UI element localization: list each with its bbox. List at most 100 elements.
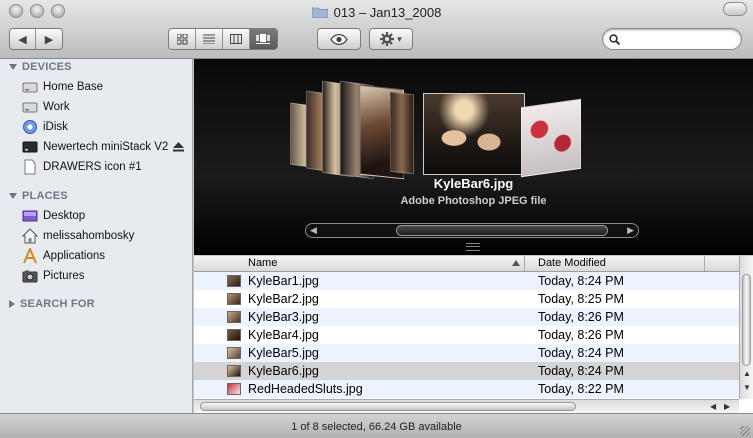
table-row[interactable]: RedHeadedSluts.jpg Today, 8:22 PM [194,380,739,398]
file-list: Name Date Modified KyleBar1.jpg Today, 8… [194,256,753,413]
column-header-date-modified[interactable]: Date Modified [538,257,606,269]
search-input[interactable] [624,32,738,46]
search-icon [609,33,620,45]
home-icon [22,228,38,244]
sidebar-item-applications[interactable]: Applications [22,247,190,265]
jpeg-thumbnail-icon [227,347,241,359]
table-row[interactable]: KyleBar2.jpg Today, 8:25 PM [194,290,739,308]
column-view-icon [230,34,242,44]
disclosure-right-icon [9,300,15,308]
chevron-down-icon: ▾ [397,33,402,44]
sidebar: DEVICES Home Base Work iDisk Newertech m… [0,59,193,413]
horizontal-scroll-thumb[interactable] [200,402,576,411]
desktop-icon [22,210,38,222]
cover-flow-icon [256,34,271,44]
idisk-icon [23,120,37,134]
file-name: KyleBar2.jpg [248,292,319,306]
column-view-button[interactable] [223,29,250,49]
column-divider[interactable] [524,256,525,271]
hard-drive-icon [22,102,38,113]
table-row[interactable]: KyleBar5.jpg Today, 8:24 PM [194,344,739,362]
file-date: Today, 8:25 PM [538,292,624,306]
table-row[interactable]: KyleBar4.jpg Today, 8:26 PM [194,326,739,344]
horizontal-scrollbar[interactable]: ◀ ▶ [194,399,739,413]
scroll-left-arrow-icon[interactable]: ◀ [310,225,317,236]
search-for-heading[interactable]: SEARCH FOR [9,298,95,310]
eye-icon [330,33,348,45]
cover-flow-scrollbar[interactable]: ◀ ▶ [305,223,639,238]
scroll-right-arrow-icon[interactable]: ▶ [627,225,634,236]
external-drive-icon [22,141,38,153]
sidebar-item-home-base[interactable]: Home Base [22,78,190,96]
cover-thumbnail[interactable] [521,98,581,178]
sidebar-item-idisk[interactable]: iDisk [22,118,190,136]
jpeg-thumbnail-icon [227,383,241,395]
file-name: RedHeadedSluts.jpg [248,382,363,396]
file-date: Today, 8:26 PM [538,328,624,342]
jpeg-thumbnail-icon [227,329,241,341]
scroll-up-arrow-icon[interactable]: ▲ [743,369,751,378]
cover-flow-view-button[interactable] [250,29,277,49]
sidebar-item-work[interactable]: Work [22,98,190,116]
sort-ascending-icon [512,260,520,266]
sidebar-item-drawers[interactable]: DRAWERS icon #1 [22,158,190,176]
selected-cover-image[interactable] [423,93,525,175]
places-heading[interactable]: PLACES [9,190,68,202]
sidebar-item-pictures[interactable]: Pictures [22,267,190,285]
file-name: KyleBar5.jpg [248,346,319,360]
file-name: KyleBar3.jpg [248,310,319,324]
scroll-right-arrow-icon[interactable]: ▶ [724,402,730,411]
forward-arrow-icon: ▶ [44,33,54,46]
window-title-text: 013 – Jan13_2008 [333,4,442,20]
back-button[interactable]: ◀ [10,29,37,49]
view-mode-control [168,28,278,50]
icon-view-button[interactable] [169,29,196,49]
finder-window: 013 – Jan13_2008 ◀ ▶ ▾ DEVICES Home Base… [0,0,753,438]
list-header: Name Date Modified [194,256,739,272]
back-arrow-icon: ◀ [18,33,27,46]
back-forward-control: ◀ ▶ [9,28,63,50]
table-row[interactable]: KyleBar1.jpg Today, 8:24 PM [194,272,739,290]
cover-flow-file-name: KyleBar6.jpg [433,176,514,191]
toolbar-toggle-button[interactable] [723,2,747,16]
pictures-icon [22,270,38,283]
action-menu-button[interactable]: ▾ [369,28,413,50]
jpeg-thumbnail-icon [227,275,241,287]
file-date: Today, 8:22 PM [538,382,624,396]
jpeg-thumbnail-icon [227,293,241,305]
quick-look-button[interactable] [317,28,361,50]
file-name: KyleBar4.jpg [248,328,319,342]
pane-resize-grip-icon[interactable] [466,243,480,251]
table-row-selected[interactable]: KyleBar6.jpg Today, 8:24 PM [194,362,739,380]
sidebar-item-ministack[interactable]: Newertech miniStack V2 [22,138,190,156]
vertical-scrollbar[interactable]: ▲ ▼ [739,256,753,399]
status-text: 1 of 8 selected, 66.24 GB available [291,420,462,433]
vertical-scroll-thumb[interactable] [742,274,751,366]
cover-flow-file-kind: Adobe Photoshop JPEG file [400,195,547,207]
sidebar-item-desktop[interactable]: Desktop [22,207,190,225]
cover-flow-scroll-knob[interactable] [396,225,608,236]
disclosure-down-icon [9,193,17,199]
column-divider[interactable] [704,256,705,271]
search-field[interactable] [602,28,742,50]
jpeg-thumbnail-icon [227,311,241,323]
cover-flow-pane: KyleBar6.jpg Adobe Photoshop JPEG file ◀… [194,59,753,255]
folder-icon [311,7,328,18]
forward-button[interactable]: ▶ [36,29,62,49]
file-name: KyleBar6.jpg [248,364,319,378]
list-view-button[interactable] [196,29,223,49]
cover-thumbnail[interactable] [390,91,414,175]
scroll-down-arrow-icon[interactable]: ▼ [743,383,751,392]
file-name: KyleBar1.jpg [248,274,319,288]
resize-grip-icon[interactable] [740,426,750,436]
column-header-name[interactable]: Name [248,257,277,269]
scroll-left-arrow-icon[interactable]: ◀ [710,402,716,411]
eject-icon[interactable] [173,142,184,152]
jpeg-thumbnail-icon [227,365,241,377]
file-date: Today, 8:24 PM [538,274,624,288]
table-row[interactable]: KyleBar3.jpg Today, 8:26 PM [194,308,739,326]
devices-heading[interactable]: DEVICES [9,61,72,73]
sidebar-item-home[interactable]: melissahombosky [22,227,190,245]
status-bar: 1 of 8 selected, 66.24 GB available [0,413,753,438]
gear-icon [380,32,395,46]
